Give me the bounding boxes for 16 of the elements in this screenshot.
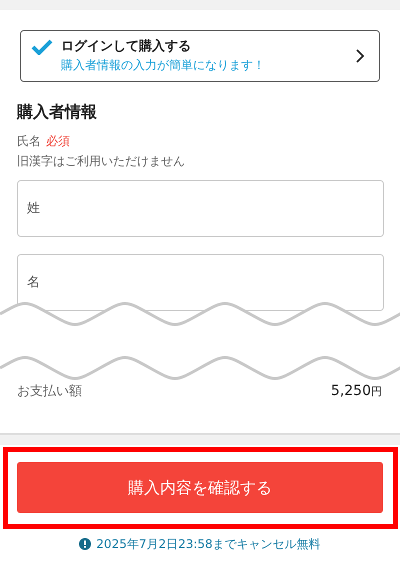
name-field[interactable]: 姓	[17, 180, 384, 237]
field-note: 旧漢字はご利用いただけません	[17, 153, 186, 170]
login-title: ログインして購入する	[61, 38, 192, 56]
required-label: 必須	[46, 133, 70, 150]
check-icon	[31, 39, 53, 55]
section-heading: 購入者情報	[17, 101, 98, 123]
info-icon	[79, 538, 92, 550]
chevron-right-icon	[355, 48, 365, 64]
payment-amount: 5,250	[330, 382, 371, 401]
currency-label: 円	[371, 384, 382, 400]
field-label: 氏名	[17, 133, 41, 150]
login-card[interactable]: ログインして購入する 購入者情報の入力が簡単になります！	[20, 30, 380, 82]
payment-label: お支払い額	[17, 383, 82, 401]
cancel-notice: 2025年7月2日23:58までキャンセル無料	[96, 536, 321, 553]
confirm-button[interactable]: 購入内容を確認する	[17, 462, 383, 513]
login-subtitle: 購入者情報の入力が簡単になります！	[61, 57, 266, 74]
